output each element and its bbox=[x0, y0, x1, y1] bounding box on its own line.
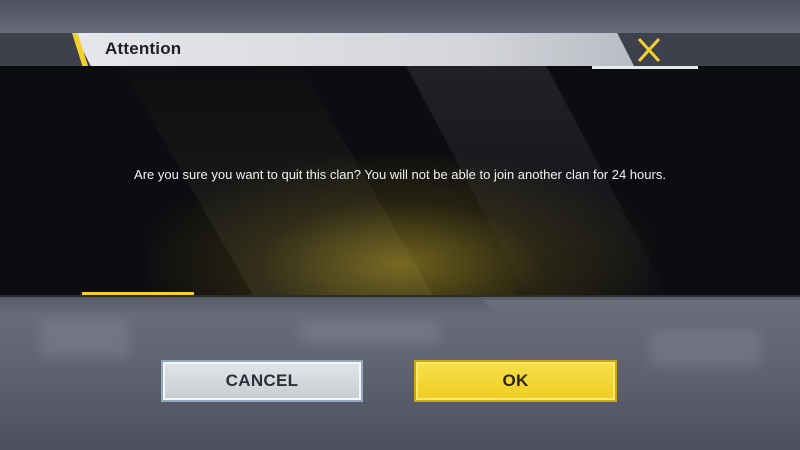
cancel-button-label: CANCEL bbox=[225, 371, 299, 390]
dialog-bottom-edge bbox=[0, 295, 800, 297]
ok-button[interactable]: OK bbox=[414, 360, 617, 402]
close-x-icon bbox=[637, 37, 661, 63]
backdrop-blur bbox=[650, 330, 760, 366]
dialog-message: Are you sure you want to quit this clan?… bbox=[134, 167, 666, 182]
backdrop-top bbox=[0, 0, 800, 36]
backdrop-blur bbox=[300, 320, 440, 344]
dialog-title: Attention bbox=[105, 39, 182, 58]
cancel-button[interactable]: CANCEL bbox=[161, 360, 363, 402]
ok-button-label: OK bbox=[502, 371, 529, 390]
backdrop-blur bbox=[40, 318, 130, 358]
close-button[interactable] bbox=[633, 36, 665, 64]
decorative-top-line bbox=[592, 66, 698, 69]
